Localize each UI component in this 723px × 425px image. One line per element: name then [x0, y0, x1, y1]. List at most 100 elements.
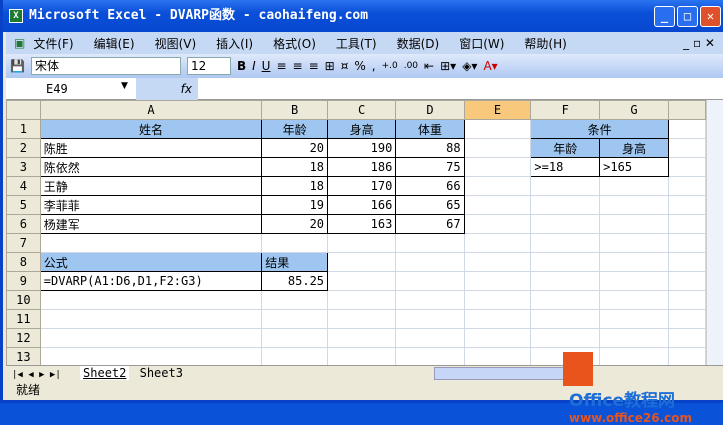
cell[interactable]: [327, 309, 397, 329]
minimize-button[interactable]: _: [654, 6, 675, 27]
cell[interactable]: [530, 328, 601, 348]
row-header[interactable]: 9: [6, 271, 41, 291]
cell[interactable]: [327, 290, 397, 310]
row-header[interactable]: 4: [6, 176, 41, 196]
cell[interactable]: [599, 214, 669, 234]
row-header[interactable]: 12: [6, 328, 41, 348]
cell[interactable]: 18: [261, 157, 329, 177]
row-header[interactable]: 7: [6, 233, 41, 253]
cell[interactable]: [599, 195, 669, 215]
column-header[interactable]: D: [395, 100, 465, 120]
row-header[interactable]: 5: [6, 195, 41, 215]
cell[interactable]: [667, 309, 706, 329]
cell[interactable]: [395, 347, 465, 365]
cell[interactable]: [39, 309, 263, 329]
cell[interactable]: 条件: [530, 119, 669, 139]
cell[interactable]: =DVARP(A1:D6,D1,F2:G3): [39, 271, 263, 291]
fx-button[interactable]: fx: [136, 78, 198, 100]
cell[interactable]: [667, 176, 706, 196]
merge-center-icon[interactable]: ⊞: [325, 59, 335, 73]
cell[interactable]: [327, 233, 397, 253]
cell[interactable]: [530, 214, 601, 234]
cell[interactable]: [39, 290, 263, 310]
cell[interactable]: 65: [395, 195, 465, 215]
cell[interactable]: [395, 290, 465, 310]
underline-button[interactable]: U: [262, 59, 271, 73]
cell[interactable]: 年龄: [261, 119, 329, 139]
cell[interactable]: [599, 290, 669, 310]
cell[interactable]: [39, 347, 263, 365]
cell[interactable]: [667, 290, 706, 310]
cell[interactable]: [667, 252, 706, 272]
font-size-select[interactable]: 12: [186, 57, 231, 75]
row-header[interactable]: 6: [6, 214, 41, 234]
menu-item[interactable]: 帮助(H): [524, 35, 566, 52]
column-header[interactable]: E: [463, 100, 532, 120]
cell[interactable]: 杨建军: [39, 214, 263, 234]
italic-button[interactable]: I: [252, 59, 256, 73]
currency-icon[interactable]: ¤: [341, 59, 349, 73]
cell[interactable]: 186: [327, 157, 397, 177]
cell[interactable]: 166: [327, 195, 397, 215]
cell[interactable]: [261, 347, 329, 365]
cell[interactable]: [667, 214, 706, 234]
font-select[interactable]: 宋体: [30, 57, 181, 75]
cell[interactable]: [667, 138, 706, 158]
align-center-icon[interactable]: ≡: [293, 59, 303, 73]
cell[interactable]: [327, 252, 397, 272]
cell[interactable]: [530, 195, 601, 215]
cell[interactable]: 陈依然: [39, 157, 263, 177]
align-left-icon[interactable]: ≡: [276, 59, 286, 73]
select-all[interactable]: [6, 100, 41, 120]
cell[interactable]: 体重: [395, 119, 465, 139]
cell[interactable]: [463, 214, 532, 234]
cell[interactable]: 20: [261, 138, 329, 158]
font-color-icon[interactable]: A▾: [483, 59, 497, 73]
row-header[interactable]: 11: [6, 309, 41, 329]
cell[interactable]: [530, 233, 601, 253]
cell[interactable]: [327, 347, 397, 365]
cell[interactable]: [667, 119, 706, 139]
cell[interactable]: [39, 328, 263, 348]
cell[interactable]: 163: [327, 214, 397, 234]
cell[interactable]: 公式: [39, 252, 263, 272]
vertical-scrollbar[interactable]: [706, 100, 723, 365]
name-box-dropdown-icon[interactable]: ▼: [121, 81, 128, 91]
cell[interactable]: 年龄: [530, 138, 601, 158]
cell[interactable]: 身高: [327, 119, 397, 139]
menu-item[interactable]: 工具(T): [336, 35, 377, 52]
cell[interactable]: 20: [261, 214, 329, 234]
tab-sheet2[interactable]: Sheet2: [80, 366, 130, 380]
increase-decimal-button[interactable]: +.0: [382, 61, 398, 71]
cell[interactable]: [463, 176, 532, 196]
cell[interactable]: [463, 157, 532, 177]
cell[interactable]: [395, 233, 465, 253]
cell[interactable]: 170: [327, 176, 397, 196]
cell[interactable]: 66: [395, 176, 465, 196]
menu-item[interactable]: 文件(F): [33, 35, 73, 52]
cell[interactable]: [463, 195, 532, 215]
cell[interactable]: [463, 309, 532, 329]
menu-item[interactable]: 插入(I): [216, 35, 253, 52]
cell[interactable]: [261, 233, 329, 253]
cell[interactable]: [395, 309, 465, 329]
cell[interactable]: >165: [599, 157, 669, 177]
cell[interactable]: [261, 328, 329, 348]
cell[interactable]: [39, 233, 263, 253]
column-header[interactable]: A: [39, 100, 263, 120]
save-icon[interactable]: 💾: [10, 59, 25, 73]
menu-item[interactable]: 格式(O): [273, 35, 316, 52]
cell[interactable]: 67: [395, 214, 465, 234]
indent-icon[interactable]: ⇤: [424, 59, 434, 73]
cell[interactable]: [463, 328, 532, 348]
row-header[interactable]: 10: [6, 290, 41, 310]
cell[interactable]: 85.25: [261, 271, 329, 291]
menu-item[interactable]: 数据(D): [397, 35, 440, 52]
cell[interactable]: [463, 233, 532, 253]
cell[interactable]: [667, 271, 706, 291]
cell[interactable]: [463, 138, 532, 158]
row-header[interactable]: 8: [6, 252, 41, 272]
cell[interactable]: 18: [261, 176, 329, 196]
cell[interactable]: [261, 290, 329, 310]
cell[interactable]: [463, 290, 532, 310]
